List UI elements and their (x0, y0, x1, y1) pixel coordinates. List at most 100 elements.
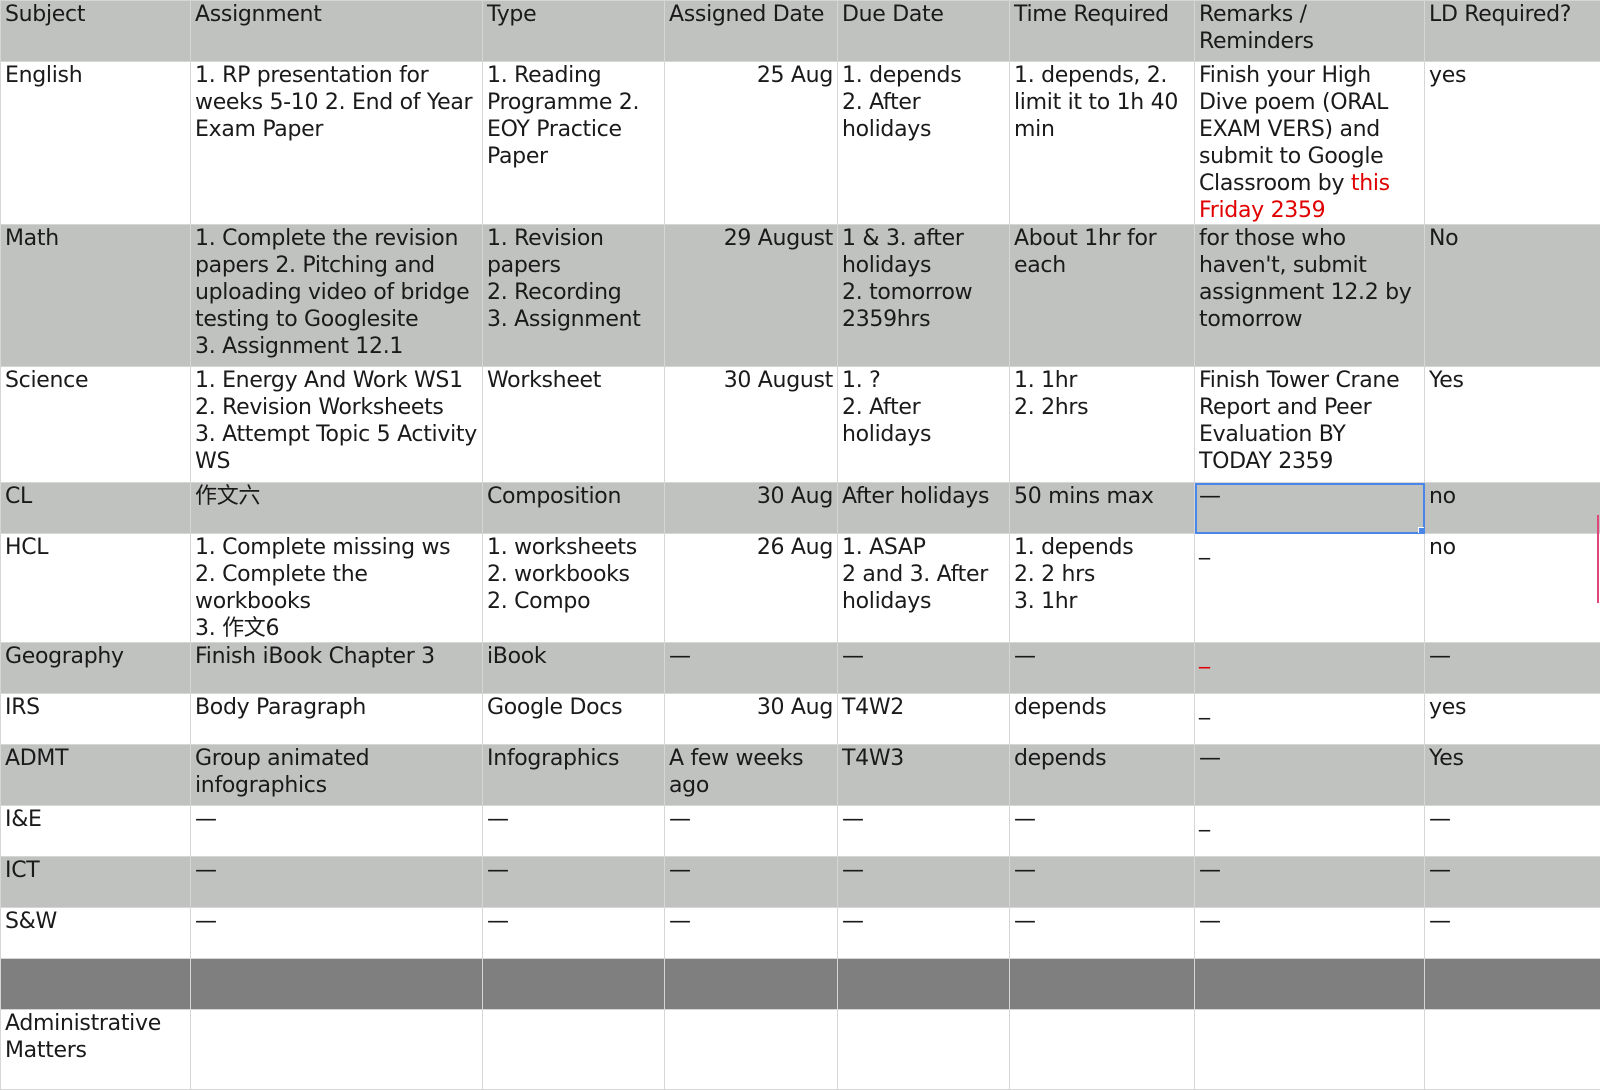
assignment-cell[interactable]: Finish iBook Chapter 3 (191, 643, 483, 694)
time-required-cell[interactable]: — (1010, 806, 1195, 857)
type-cell[interactable]: 1. Reading Programme 2. EOY Practice Pap… (483, 62, 665, 225)
assignment-cell[interactable]: 1. RP presentation for weeks 5-10 2. End… (191, 62, 483, 225)
header-cell-assignment[interactable]: Assignment (191, 1, 483, 62)
empty-cell[interactable] (1195, 1010, 1425, 1090)
assignment-cell[interactable]: 1. Complete missing ws 2. Complete the w… (191, 534, 483, 643)
assigned-date-cell[interactable]: 26 Aug (665, 534, 838, 643)
assignment-cell[interactable]: — (191, 806, 483, 857)
empty-cell[interactable] (838, 1010, 1010, 1090)
assigned-date-cell[interactable]: — (665, 643, 838, 694)
subject-cell[interactable]: S&W (1, 908, 191, 959)
header-cell-remarks[interactable]: Remarks / Reminders (1195, 1, 1425, 62)
time-required-cell[interactable]: depends (1010, 694, 1195, 745)
assignment-cell[interactable]: 1. Complete the revision papers 2. Pitch… (191, 225, 483, 367)
ld-required-cell[interactable]: — (1425, 908, 1600, 959)
empty-cell[interactable] (1195, 959, 1425, 1010)
type-cell[interactable]: 1. worksheets 2. workbooks 2. Compo (483, 534, 665, 643)
due-date-cell[interactable]: — (838, 857, 1010, 908)
assignment-cell[interactable]: Group animated infographics (191, 745, 483, 806)
empty-cell[interactable] (838, 959, 1010, 1010)
due-date-cell[interactable]: T4W2 (838, 694, 1010, 745)
assignment-cell[interactable]: 作文六 (191, 483, 483, 534)
type-cell[interactable]: Composition (483, 483, 665, 534)
type-cell[interactable]: Google Docs (483, 694, 665, 745)
subject-cell[interactable]: ICT (1, 857, 191, 908)
empty-cell[interactable] (1, 959, 191, 1010)
remarks-cell[interactable]: _ (1195, 806, 1425, 857)
due-date-cell[interactable]: After holidays (838, 483, 1010, 534)
ld-required-cell[interactable]: yes (1425, 694, 1600, 745)
empty-cell[interactable] (483, 1010, 665, 1090)
subject-cell[interactable]: I&E (1, 806, 191, 857)
time-required-cell[interactable]: — (1010, 857, 1195, 908)
assigned-date-cell[interactable]: — (665, 806, 838, 857)
admin-label-cell[interactable]: Administrative Matters (1, 1010, 191, 1090)
header-cell-assigned-date[interactable]: Assigned Date (665, 1, 838, 62)
header-cell-due-date[interactable]: Due Date (838, 1, 1010, 62)
remarks-cell[interactable]: — (1195, 745, 1425, 806)
due-date-cell[interactable]: 1. ? 2. After holidays (838, 367, 1010, 483)
ld-required-cell[interactable]: no (1425, 534, 1600, 643)
type-cell[interactable]: — (483, 908, 665, 959)
ld-required-cell[interactable]: — (1425, 857, 1600, 908)
ld-required-cell[interactable]: — (1425, 806, 1600, 857)
assigned-date-cell[interactable]: 29 August (665, 225, 838, 367)
assigned-date-cell[interactable]: 30 Aug (665, 483, 838, 534)
ld-required-cell[interactable]: no (1425, 483, 1600, 534)
due-date-cell[interactable]: — (838, 643, 1010, 694)
due-date-cell[interactable]: 1. depends 2. After holidays (838, 62, 1010, 225)
time-required-cell[interactable]: — (1010, 908, 1195, 959)
ld-required-cell[interactable]: yes (1425, 62, 1600, 225)
header-cell-time-required[interactable]: Time Required (1010, 1, 1195, 62)
time-required-cell[interactable]: 50 mins max (1010, 483, 1195, 534)
ld-required-cell[interactable]: — (1425, 643, 1600, 694)
due-date-cell[interactable]: 1 & 3. after holidays 2. tomorrow 2359hr… (838, 225, 1010, 367)
time-required-cell[interactable]: 1. depends, 2. limit it to 1h 40 min (1010, 62, 1195, 225)
assigned-date-cell[interactable]: 30 Aug (665, 694, 838, 745)
ld-required-cell[interactable]: No (1425, 225, 1600, 367)
assignment-cell[interactable]: Body Paragraph (191, 694, 483, 745)
assigned-date-cell[interactable]: — (665, 857, 838, 908)
empty-cell[interactable] (1425, 1010, 1600, 1090)
header-cell-type[interactable]: Type (483, 1, 665, 62)
subject-cell[interactable]: CL (1, 483, 191, 534)
empty-cell[interactable] (665, 959, 838, 1010)
remarks-cell[interactable]: for those who haven't, submit assignment… (1195, 225, 1425, 367)
time-required-cell[interactable]: 1. depends 2. 2 hrs 3. 1hr (1010, 534, 1195, 643)
header-cell-ld-required[interactable]: LD Required? (1425, 1, 1600, 62)
assigned-date-cell[interactable]: 25 Aug (665, 62, 838, 225)
subject-cell[interactable]: Science (1, 367, 191, 483)
remarks-cell[interactable]: — (1195, 908, 1425, 959)
subject-cell[interactable]: Geography (1, 643, 191, 694)
due-date-cell[interactable]: — (838, 806, 1010, 857)
subject-cell[interactable]: ADMT (1, 745, 191, 806)
assigned-date-cell[interactable]: A few weeks ago (665, 745, 838, 806)
remarks-cell[interactable]: _ (1195, 643, 1425, 694)
due-date-cell[interactable]: — (838, 908, 1010, 959)
empty-cell[interactable] (191, 1010, 483, 1090)
subject-cell[interactable]: HCL (1, 534, 191, 643)
header-cell-subject[interactable]: Subject (1, 1, 191, 62)
subject-cell[interactable]: IRS (1, 694, 191, 745)
empty-cell[interactable] (1010, 959, 1195, 1010)
remarks-cell[interactable]: Finish your High Dive poem (ORAL EXAM VE… (1195, 62, 1425, 225)
type-cell[interactable]: 1. Revision papers 2. Recording 3. Assig… (483, 225, 665, 367)
remarks-cell[interactable]: — (1195, 857, 1425, 908)
due-date-cell[interactable]: T4W3 (838, 745, 1010, 806)
due-date-cell[interactable]: 1. ASAP 2 and 3. After holidays (838, 534, 1010, 643)
remarks-cell[interactable]: Finish Tower Crane Report and Peer Evalu… (1195, 367, 1425, 483)
subject-cell[interactable]: English (1, 62, 191, 225)
empty-cell[interactable] (665, 1010, 838, 1090)
empty-cell[interactable] (483, 959, 665, 1010)
fill-handle[interactable] (1418, 527, 1425, 534)
time-required-cell[interactable]: — (1010, 643, 1195, 694)
empty-cell[interactable] (191, 959, 483, 1010)
assignment-cell[interactable]: — (191, 857, 483, 908)
remarks-cell-selected[interactable]: — (1195, 483, 1425, 534)
time-required-cell[interactable]: About 1hr for each (1010, 225, 1195, 367)
empty-cell[interactable] (1425, 959, 1600, 1010)
type-cell[interactable]: iBook (483, 643, 665, 694)
type-cell[interactable]: — (483, 806, 665, 857)
type-cell[interactable]: Worksheet (483, 367, 665, 483)
assignment-cell[interactable]: 1. Energy And Work WS1 2. Revision Works… (191, 367, 483, 483)
